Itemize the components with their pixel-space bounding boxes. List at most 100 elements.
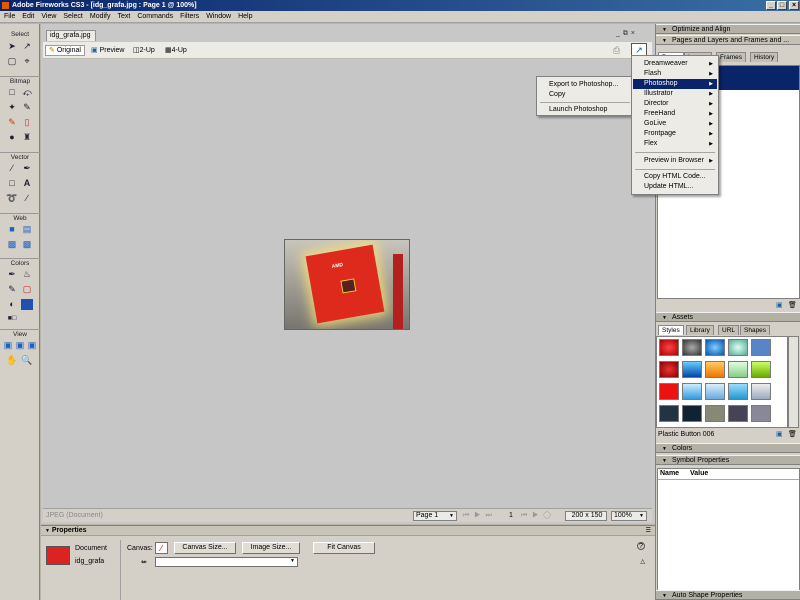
style-swatch[interactable] [682,383,702,400]
knife-icon[interactable]: ∕ [21,193,33,204]
line-icon[interactable]: ∕ [6,163,18,174]
no-color-icon[interactable]: ■□ [6,313,18,324]
menu-commands[interactable]: Commands [133,11,176,23]
expand-icon[interactable]: △ [640,558,645,565]
hand-icon[interactable]: ✋ [6,355,18,366]
magic-wand-icon[interactable]: ✦ [6,102,18,113]
tab-styles[interactable]: Styles [658,325,684,335]
eyedropper-icon[interactable]: ✒ [6,269,18,280]
restore-icon[interactable]: □ [777,1,787,10]
menu-item-flex[interactable]: Flex ▶ [633,139,717,149]
add-style-icon[interactable]: ▣ [776,430,783,438]
style-swatch[interactable] [751,405,771,422]
menu-select[interactable]: Select [59,11,85,23]
hotspot-icon[interactable]: ■ [6,224,18,235]
default-colors-icon[interactable]: ◐ [6,299,18,310]
fit-canvas-button[interactable]: Fit Canvas [313,542,375,554]
fill-color-icon[interactable]: ▢ [21,284,33,295]
pen-icon[interactable]: ✒ [21,163,33,174]
tab-original[interactable]: ✎ Original [45,45,85,56]
paint-bucket-icon[interactable]: ♨ [21,269,33,280]
canvas-size-button[interactable]: Canvas Size... [174,542,236,554]
tab-url[interactable]: URL [718,325,740,335]
menu-item-copy[interactable]: Copy [538,90,632,100]
tab-library[interactable]: Library [686,325,714,335]
style-swatch[interactable] [705,383,725,400]
style-swatch[interactable] [705,405,725,422]
slice-icon[interactable]: ▤ [21,224,33,235]
menu-window[interactable]: Window [202,11,234,23]
close-icon[interactable]: × [789,1,799,10]
image-size-button[interactable]: Image Size... [242,542,300,554]
text-tool-icon[interactable]: A [21,178,33,189]
eraser-icon[interactable]: ▯ [21,117,33,128]
tab-preview[interactable]: ▣ Preview [87,45,128,56]
style-swatch[interactable] [728,405,748,422]
menu-item-freehand[interactable]: FreeHand ▶ [633,109,717,119]
playback-controls[interactable]: ⏮▶◯ [521,511,556,521]
pointer-icon[interactable]: ➤ [6,41,18,52]
brush-icon[interactable]: ✎ [21,102,33,113]
style-swatch[interactable] [751,339,771,356]
menu-text[interactable]: Text [113,11,133,23]
style-swatch[interactable] [751,383,771,400]
style-swatch[interactable] [728,361,748,378]
menu-item-photoshop[interactable]: Photoshop ▶ [633,79,717,89]
tab-2up[interactable]: ◫2-Up [129,45,159,56]
style-swatch[interactable] [705,339,725,356]
subselect-icon[interactable]: ↗ [21,41,33,52]
page-select[interactable]: Page 1 ▼ [413,511,457,521]
menu-item-preview-in-browser[interactable]: Preview in Browser ▶ [633,156,717,166]
auto-shape-properties-header[interactable]: Auto Shape Properties [656,590,800,600]
preset-select[interactable]: ▼ [155,557,298,567]
blur-icon[interactable]: ● [6,132,18,143]
menu-item-export-to-photoshop[interactable]: Export to Photoshop... [538,80,632,90]
style-swatch[interactable] [682,339,702,356]
tab-history[interactable]: History [750,52,779,62]
full-screen-icon[interactable]: ▣ [26,340,38,351]
document-image[interactable]: AMD [284,239,410,330]
crop-icon[interactable]: ⌖ [21,56,33,67]
assets-panel-header[interactable]: Assets [656,312,800,323]
menu-filters[interactable]: Filters [176,11,202,23]
menu-help[interactable]: Help [234,11,255,23]
menu-item-copy-html-code[interactable]: Copy HTML Code... [633,172,717,182]
help-icon[interactable]: ? [637,542,645,550]
doc-close-icon[interactable]: × [631,30,638,37]
new-page-icon[interactable]: ▣ [776,301,783,309]
trash-icon[interactable]: 🗑 [788,430,797,438]
menu-item-frontpage[interactable]: Frontpage ▶ [633,129,717,139]
colors-panel-header[interactable]: Colors [656,443,800,454]
options-menu-icon[interactable]: ☰ [646,527,651,534]
lasso-icon[interactable]: ⤽ [21,87,33,98]
marquee-icon[interactable]: □ [6,87,18,98]
document-tab[interactable]: idg_grafa.jpg [46,30,96,41]
stroke-color-icon[interactable]: ✎ [6,284,18,295]
zoom-icon[interactable]: 🔍 [21,355,33,366]
menu-item-launch-photoshop[interactable]: Launch Photoshop [538,105,632,115]
freeform-icon[interactable]: ➰ [6,193,18,204]
menu-item-golive[interactable]: GoLive ▶ [633,119,717,129]
properties-header[interactable]: ▼ Properties [41,526,655,536]
style-swatch[interactable] [659,405,679,422]
minimize-icon[interactable]: _ [766,1,776,10]
symbol-properties-header[interactable]: Symbol Properties [656,455,800,466]
styles-scrollbar[interactable] [788,336,799,428]
style-swatch[interactable] [659,361,679,378]
doc-restore-icon[interactable]: ⧉ [623,30,631,37]
rectangle-icon[interactable]: □ [6,178,18,189]
optimize-panel-header[interactable]: Optimize and Align [656,24,800,35]
preview-devices-icon[interactable]: ⎙ [613,45,620,56]
style-swatch[interactable] [682,361,702,378]
canvas-color-swatch[interactable]: ∕ [155,542,168,554]
style-swatch[interactable] [659,383,679,400]
menu-item-flash[interactable]: Flash ▶ [633,69,717,79]
tab-frames[interactable]: Frames [716,52,747,62]
scale-icon[interactable]: ▢ [6,56,18,67]
tab-4up[interactable]: ▦4-Up [161,45,191,56]
swap-colors-icon[interactable]: ■ [21,299,33,310]
style-swatch[interactable] [728,383,748,400]
menu-file[interactable]: File [0,11,18,23]
rubber-stamp-icon[interactable]: ♜ [21,132,33,143]
menu-item-dreamweaver[interactable]: Dreamweaver ▶ [633,59,717,69]
